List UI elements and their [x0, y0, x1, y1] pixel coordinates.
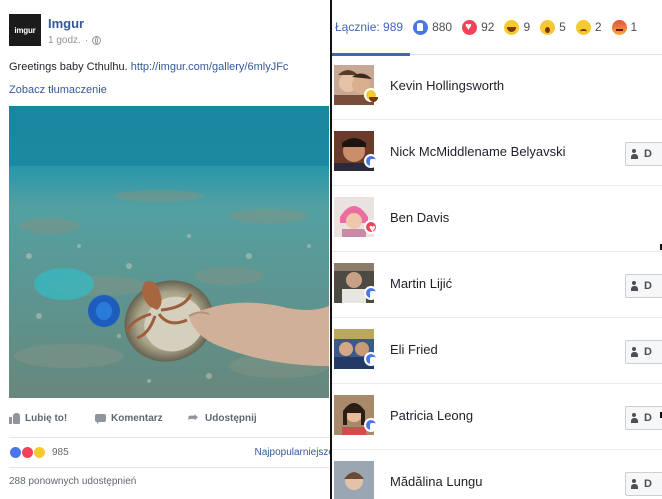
add-friend-icon	[631, 149, 640, 159]
wow-icon	[540, 19, 556, 35]
angry-icon	[611, 19, 627, 35]
reaction-list-item: Nick McMiddlename Belyavski D	[332, 121, 662, 186]
shares-count-link[interactable]: 288 ponownych udostępnień	[9, 476, 136, 487]
post-video[interactable]	[9, 106, 329, 398]
post-caption: Greetings baby Cthulhu.	[9, 61, 128, 73]
like-icon	[364, 352, 378, 366]
avatar[interactable]	[334, 461, 374, 499]
reaction-list-item: Eli Fried D	[332, 319, 662, 384]
haha-reaction-icon	[33, 446, 46, 459]
reaction-tabs: Łącznie: 989 880 92 9 5 2 1	[332, 0, 662, 56]
add-friend-label: D	[644, 148, 652, 160]
add-friend-button[interactable]: D	[625, 274, 662, 298]
tab-love-count: 92	[481, 20, 495, 34]
post-actions: Lubię to! Komentarz Udostępnij	[9, 410, 329, 433]
thumbs-up-icon	[9, 413, 20, 424]
reaction-list-item: Kevin Hollingsworth	[332, 55, 662, 120]
post-timestamp[interactable]: 1 godz.	[48, 35, 81, 46]
tab-love[interactable]: 92	[462, 0, 504, 55]
sad-icon	[575, 19, 591, 35]
add-friend-button[interactable]: D	[625, 472, 662, 496]
person-name-link[interactable]: Nick McMiddlename Belyavski	[390, 144, 566, 159]
page-name-link[interactable]: Imgur	[48, 16, 84, 31]
love-icon	[462, 19, 478, 35]
reaction-list-item: Patricia Leong D	[332, 385, 662, 450]
divider	[9, 437, 329, 438]
add-friend-label: D	[644, 280, 652, 292]
tab-like[interactable]: 880	[413, 0, 462, 55]
tab-all-label: Łącznie: 989	[335, 20, 404, 34]
tab-angry[interactable]: 1	[611, 0, 648, 55]
like-icon	[364, 154, 378, 168]
like-icon	[364, 418, 378, 432]
comment-button[interactable]: Komentarz	[95, 413, 163, 424]
reaction-list-item: Ben Davis	[332, 187, 662, 252]
reaction-summary[interactable]: 985 Najpopularniejsze	[9, 446, 331, 460]
add-friend-icon	[631, 413, 640, 423]
page-logo[interactable]: imgur	[9, 14, 41, 46]
tab-angry-count: 1	[630, 20, 638, 34]
share-button[interactable]: Udostępnij	[188, 410, 257, 424]
globe-icon	[92, 36, 102, 45]
tab-sad[interactable]: 2	[575, 0, 612, 55]
post-card: imgur Imgur 1 godz. · Greetings baby Cth…	[0, 0, 332, 499]
haha-icon	[364, 88, 378, 102]
underwater-octopus-image	[9, 106, 329, 398]
add-friend-icon	[631, 347, 640, 357]
tab-wow-count: 5	[559, 20, 566, 34]
reaction-list-item: Mădălina Lungu D	[332, 451, 662, 499]
like-label: Lubię to!	[25, 413, 68, 424]
reaction-list-item: Martin Lijić D	[332, 253, 662, 318]
person-name-link[interactable]: Kevin Hollingsworth	[390, 78, 504, 93]
tab-like-count: 880	[432, 20, 453, 34]
divider	[9, 467, 329, 468]
person-name-link[interactable]: Martin Lijić	[390, 276, 452, 291]
reaction-count[interactable]: 985	[52, 447, 69, 458]
tab-wow[interactable]: 5	[540, 0, 576, 55]
add-friend-button[interactable]: D	[625, 406, 662, 430]
add-friend-icon	[631, 479, 640, 489]
post-link[interactable]: http://imgur.com/gallery/6mlyJFc	[131, 61, 289, 73]
person-name-link[interactable]: Patricia Leong	[390, 408, 473, 423]
comment-label: Komentarz	[111, 413, 163, 424]
love-icon	[364, 220, 378, 237]
add-friend-label: D	[644, 412, 652, 424]
post-header: imgur Imgur 1 godz. ·	[9, 14, 329, 54]
post-text: Greetings baby Cthulhu. http://imgur.com…	[9, 61, 288, 73]
tab-haha-count: 9	[523, 20, 531, 34]
tab-sad-count: 2	[594, 20, 602, 34]
separator-dot: ·	[84, 35, 89, 46]
share-label: Udostępnij	[205, 413, 257, 424]
like-button[interactable]: Lubię to!	[9, 413, 67, 424]
haha-icon	[504, 19, 520, 35]
like-icon	[413, 19, 429, 35]
person-name-link[interactable]: Mădălina Lungu	[390, 474, 483, 489]
comment-icon	[95, 413, 106, 424]
like-icon	[364, 286, 378, 300]
sort-comments-link[interactable]: Najpopularniejsze	[255, 447, 331, 458]
add-friend-label: D	[644, 346, 652, 358]
tab-all[interactable]: Łącznie: 989	[332, 0, 413, 56]
post-meta: 1 godz. ·	[48, 35, 102, 46]
see-translation-link[interactable]: Zobacz tłumaczenie	[9, 84, 107, 96]
reactions-dialog: Łącznie: 989 880 92 9 5 2 1	[332, 0, 662, 499]
person-name-link[interactable]: Eli Fried	[390, 342, 438, 357]
share-arrow-icon	[188, 410, 200, 424]
add-friend-button[interactable]: D	[625, 340, 662, 364]
add-friend-button[interactable]: D	[625, 142, 662, 166]
add-friend-label: D	[644, 478, 652, 490]
add-friend-icon	[631, 281, 640, 291]
person-name-link[interactable]: Ben Davis	[390, 210, 449, 225]
tab-haha[interactable]: 9	[504, 0, 540, 55]
